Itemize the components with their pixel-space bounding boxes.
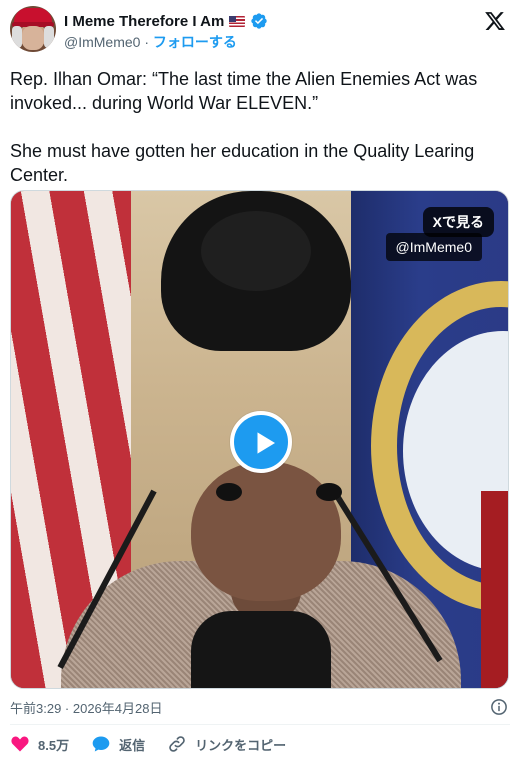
tweet-text: Rep. Ilhan Omar: “The last time the Alie… — [10, 69, 478, 185]
divider — [10, 724, 510, 725]
reply-bubble-icon — [92, 736, 110, 752]
handle-separator: · — [140, 34, 153, 50]
us-flag-icon — [229, 15, 246, 27]
heart-icon — [11, 736, 29, 752]
reply-label: 返信 — [119, 737, 146, 753]
play-icon — [257, 432, 275, 454]
like-count: 8.5万 — [38, 737, 70, 753]
reply-button[interactable]: 返信 — [91, 734, 145, 754]
play-button[interactable] — [230, 411, 292, 473]
avatar[interactable] — [10, 6, 56, 52]
copy-link-label: リンクをコピー — [195, 737, 287, 753]
timestamp-row: 午前3:29 · 2026年4月28日 — [10, 698, 510, 718]
info-icon[interactable] — [490, 698, 508, 716]
follow-button[interactable]: フォローする — [153, 34, 237, 50]
author-handle[interactable]: @ImMeme0 — [64, 34, 140, 50]
author-handle-row: @ImMeme0 · フォローする — [64, 32, 237, 52]
video-watermark: @ImMeme0 — [385, 233, 482, 261]
like-button[interactable]: 8.5万 — [10, 734, 69, 754]
tweet-card: I Meme Therefore I Am @ImMeme0 · フォローする … — [0, 0, 520, 757]
x-logo-icon[interactable] — [484, 10, 506, 32]
speaker-face — [191, 461, 341, 601]
author-name-row: I Meme Therefore I Am — [64, 11, 268, 31]
author-display-name[interactable]: I Meme Therefore I Am — [64, 13, 224, 30]
copy-link-button[interactable]: リンクをコピー — [167, 734, 286, 754]
link-icon — [169, 736, 185, 752]
tweet-header: I Meme Therefore I Am @ImMeme0 · フォローする — [10, 6, 510, 54]
video-player[interactable]: Xで見る @ImMeme0 — [10, 190, 509, 689]
timestamp[interactable]: 午前3:29 · 2026年4月28日 — [10, 701, 162, 716]
verified-icon — [251, 13, 268, 29]
action-bar: 8.5万 返信 リンクをコピー — [10, 732, 308, 756]
